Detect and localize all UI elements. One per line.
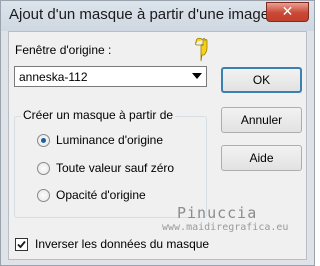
close-icon: ✕ (281, 3, 294, 19)
watermark-url: www.maidiregrafica.eu (162, 222, 289, 233)
watermark-name: Pinuccia (177, 204, 258, 222)
checkmark-icon (17, 240, 26, 249)
radio-button-checked[interactable] (37, 134, 50, 147)
source-window-select[interactable]: anneska-112 (14, 66, 207, 87)
cancel-button[interactable]: Annuler (221, 107, 302, 133)
pointing-hand-icon (195, 37, 208, 62)
chevron-down-icon[interactable] (192, 73, 202, 79)
radio-button[interactable] (37, 189, 50, 202)
dialog-window: Ajout d'un masque à partir d'une image ✕… (0, 0, 315, 266)
radio-label: Toute valeur sauf zéro (56, 161, 175, 175)
source-window-value: anneska-112 (19, 70, 88, 84)
invert-checkbox[interactable] (15, 238, 28, 251)
radio-button[interactable] (37, 162, 50, 175)
mask-source-group: Créer un masque à partir de Luminance d'… (14, 108, 207, 218)
radio-label: Luminance d'origine (56, 133, 164, 147)
window-title: Ajout d'un masque à partir d'une image (9, 6, 270, 23)
invert-label: Inverser les données du masque (35, 237, 210, 251)
radio-label: Opacité d'origine (56, 188, 146, 202)
source-window-label: Fenêtre d'origine : (15, 43, 112, 57)
group-title: Créer un masque à partir de (21, 108, 176, 122)
help-button[interactable]: Aide (221, 145, 302, 171)
title-bar[interactable]: Ajout d'un masque à partir d'une image ✕ (1, 1, 314, 31)
ok-button[interactable]: OK (221, 67, 302, 93)
close-button[interactable]: ✕ (266, 2, 309, 22)
dialog-body: Fenêtre d'origine : anneska-112 OK Annul… (8, 31, 307, 260)
